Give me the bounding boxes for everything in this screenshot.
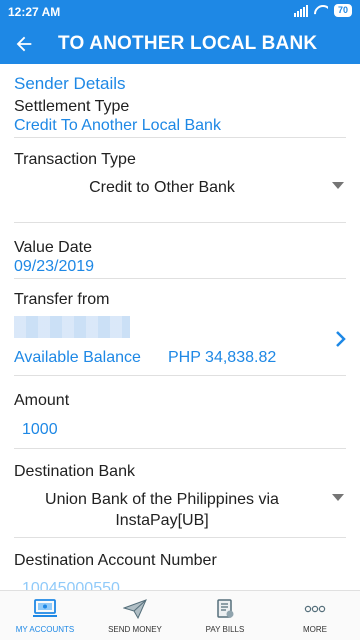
- nav-pay-bills[interactable]: PAY BILLS: [180, 591, 270, 640]
- paper-plane-icon: [123, 599, 147, 619]
- dropdown-caret-icon: [332, 182, 344, 189]
- bottom-nav: MY ACCOUNTS SEND MONEY PAY BILLS MORE: [0, 590, 360, 640]
- page-title: TO ANOTHER LOCAL BANK: [58, 33, 318, 54]
- dropdown-caret-icon: [332, 494, 344, 501]
- divider: [14, 448, 346, 449]
- nav-label: MORE: [303, 625, 327, 634]
- destination-bank-dropdown[interactable]: Union Bank of the Philippines via InstaP…: [14, 488, 346, 534]
- amount-input[interactable]: 1000: [22, 421, 58, 439]
- nav-more[interactable]: MORE: [270, 591, 360, 640]
- nav-my-accounts[interactable]: MY ACCOUNTS: [0, 591, 90, 640]
- destination-account-number-input[interactable]: 10045000550: [22, 580, 120, 590]
- transfer-form[interactable]: Sender Details Settlement Type Credit To…: [0, 64, 360, 590]
- divider: [14, 278, 346, 279]
- transaction-type-value: Credit to Other Bank: [89, 179, 235, 196]
- transaction-type-label: Transaction Type: [14, 151, 136, 168]
- select-account-button[interactable]: [330, 328, 352, 350]
- divider: [14, 137, 346, 138]
- settlement-type-label: Settlement Type: [14, 98, 130, 115]
- battery-icon: 70: [333, 4, 352, 17]
- app-bar: TO ANOTHER LOCAL BANK: [0, 24, 360, 64]
- nav-label: PAY BILLS: [205, 625, 245, 634]
- back-button[interactable]: [10, 30, 38, 58]
- destination-bank-value-line1: Union Bank of the Philippines via: [45, 491, 279, 508]
- nav-label: MY ACCOUNTS: [15, 625, 75, 634]
- divider: [14, 537, 346, 538]
- divider: [14, 222, 346, 223]
- masked-account-number: [14, 316, 130, 338]
- settlement-type-value: Credit To Another Local Bank: [14, 117, 221, 134]
- destination-account-number-label: Destination Account Number: [14, 552, 217, 569]
- wifi-icon: [314, 5, 328, 17]
- status-time: 12:27 AM: [8, 5, 61, 19]
- value-date-label: Value Date: [14, 239, 92, 256]
- signal-icon: [293, 4, 308, 17]
- section-title-sender-details: Sender Details: [14, 74, 126, 93]
- nav-label: SEND MONEY: [108, 625, 162, 634]
- nav-send-money[interactable]: SEND MONEY: [90, 591, 180, 640]
- accounts-icon: [33, 599, 57, 617]
- value-date-field[interactable]: 09/23/2019: [14, 258, 94, 276]
- amount-label: Amount: [14, 392, 70, 409]
- available-balance-value: PHP 34,838.82: [168, 349, 277, 366]
- destination-bank-label: Destination Bank: [14, 463, 135, 480]
- status-icons: 70: [293, 4, 352, 17]
- status-bar: 12:27 AM 70: [0, 0, 360, 24]
- more-dots-icon: [304, 605, 326, 613]
- divider: [14, 375, 346, 376]
- chevron-right-icon: [336, 331, 346, 347]
- destination-bank-value-line2: InstaPay[UB]: [115, 512, 209, 529]
- transaction-type-dropdown[interactable]: Credit to Other Bank: [14, 172, 346, 212]
- arrow-left-icon: [16, 36, 32, 52]
- available-balance-label: Available Balance: [14, 349, 141, 366]
- transfer-from-label: Transfer from: [14, 291, 110, 308]
- bill-icon: [217, 599, 234, 618]
